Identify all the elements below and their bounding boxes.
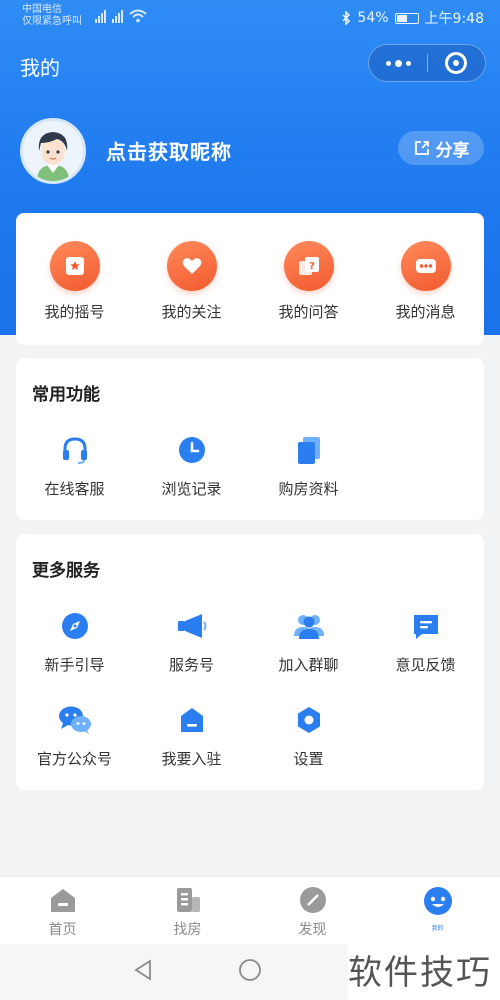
clock-icon xyxy=(174,432,210,468)
quick-action-lottery[interactable]: 我的摇号 xyxy=(16,241,133,322)
page-title: 我的 xyxy=(20,56,60,80)
share-icon xyxy=(414,141,429,155)
home-button-icon[interactable] xyxy=(238,958,262,982)
wifi-icon xyxy=(129,9,147,23)
function-online-service[interactable]: 在线客服 xyxy=(16,432,133,499)
nickname-prompt[interactable]: 点击获取昵称 xyxy=(106,136,232,165)
function-label: 浏览记录 xyxy=(161,480,222,498)
service-label: 加入群聊 xyxy=(278,656,339,674)
service-label: 设置 xyxy=(293,750,324,768)
headset-icon xyxy=(57,432,93,468)
status-right: 54% 上午9:48 xyxy=(341,8,484,28)
settings-icon xyxy=(291,702,327,738)
service-settings[interactable]: 设置 xyxy=(250,702,367,769)
function-purchase-documents[interactable]: 购房资料 xyxy=(250,432,367,499)
heart-icon xyxy=(166,241,217,291)
service-wechat-account[interactable]: 官方公众号 xyxy=(16,702,133,769)
bottom-tab-bar: 首页 找房 发现 我的 xyxy=(0,876,500,944)
quick-action-label: 我的关注 xyxy=(161,303,222,321)
mini-program-capsule xyxy=(368,44,486,82)
register-icon xyxy=(174,702,210,738)
battery-level: 54% xyxy=(357,10,389,26)
carrier-name: 中国电信 xyxy=(22,4,62,15)
quick-actions-card: 我的摇号 我的关注 ? 我的问答 我的消息 xyxy=(16,213,484,345)
quick-action-label: 我的消息 xyxy=(395,303,456,321)
service-label: 我要入驻 xyxy=(161,750,222,768)
common-functions-card: 常用功能 在线客服 浏览记录 购房资料 xyxy=(16,358,484,520)
avatar[interactable] xyxy=(20,118,86,184)
quick-action-follow[interactable]: 我的关注 xyxy=(133,241,250,322)
service-label: 官方公众号 xyxy=(36,750,112,768)
documents-icon xyxy=(291,432,327,468)
quick-action-label: 我的摇号 xyxy=(44,303,105,321)
service-register[interactable]: 我要入驻 xyxy=(133,702,250,769)
section-title: 常用功能 xyxy=(32,385,100,405)
tab-label: 首页 xyxy=(48,922,77,938)
function-label: 在线客服 xyxy=(44,480,105,498)
more-menu-button[interactable] xyxy=(369,45,427,81)
clock: 上午9:48 xyxy=(424,11,484,27)
service-label: 服务号 xyxy=(168,656,214,674)
share-button[interactable]: 分享 xyxy=(398,131,484,165)
tab-label: 我的 xyxy=(431,925,444,932)
carrier-status: 仅限紧急呼叫 xyxy=(22,16,82,27)
status-bar: 中国电信 仅限紧急呼叫 54% 上午9:48 xyxy=(0,0,500,34)
service-beginner-guide[interactable]: 新手引导 xyxy=(16,608,133,675)
signal-icon xyxy=(112,10,123,23)
battery-icon xyxy=(394,12,419,24)
quick-action-messages[interactable]: 我的消息 xyxy=(367,241,484,322)
function-browse-history[interactable]: 浏览记录 xyxy=(133,432,250,499)
bluetooth-icon xyxy=(342,11,351,25)
target-icon xyxy=(445,52,468,74)
service-label: 新手引导 xyxy=(44,656,105,674)
tab-home[interactable]: 首页 xyxy=(0,877,125,944)
service-official-account[interactable]: 服务号 xyxy=(133,608,250,675)
quick-action-label: 我的问答 xyxy=(278,303,339,321)
service-label: 意见反馈 xyxy=(395,656,456,674)
quick-action-qa[interactable]: ? 我的问答 xyxy=(250,241,367,322)
service-feedback[interactable]: 意见反馈 xyxy=(367,608,484,675)
tab-discover[interactable]: 发现 xyxy=(250,877,375,944)
building-icon xyxy=(176,888,200,912)
lottery-icon xyxy=(49,241,100,291)
service-join-group[interactable]: 加入群聊 xyxy=(250,608,367,675)
qa-icon: ? xyxy=(283,241,334,291)
close-mini-program-button[interactable] xyxy=(428,52,485,74)
discover-icon xyxy=(299,887,326,913)
function-label: 购房资料 xyxy=(278,480,339,498)
svg-text:?: ? xyxy=(309,261,315,272)
group-icon xyxy=(291,608,327,644)
back-icon[interactable] xyxy=(132,958,156,982)
share-label: 分享 xyxy=(435,140,470,161)
tab-label: 发现 xyxy=(298,922,327,938)
message-icon xyxy=(400,241,451,291)
tab-find-house[interactable]: 找房 xyxy=(125,877,250,944)
section-title: 更多服务 xyxy=(32,561,100,581)
compass-icon xyxy=(57,608,93,644)
tab-label: 找房 xyxy=(173,922,202,938)
more-services-card: 更多服务 新手引导 服务号 加入群聊 意见反馈 官方公众号 我要入驻 设置 xyxy=(16,534,484,790)
tab-profile[interactable]: 我的 xyxy=(375,877,500,944)
home-icon xyxy=(50,889,75,912)
wechat-icon xyxy=(57,702,93,738)
watermark: 软件技巧 xyxy=(348,938,500,1000)
megaphone-icon xyxy=(174,608,210,644)
carrier-info: 中国电信 仅限紧急呼叫 xyxy=(22,4,82,28)
avatar-illustration xyxy=(23,121,83,181)
feedback-icon xyxy=(408,608,444,644)
profile-icon xyxy=(423,887,452,915)
signal-indicators xyxy=(95,9,147,23)
signal-icon xyxy=(95,10,106,23)
